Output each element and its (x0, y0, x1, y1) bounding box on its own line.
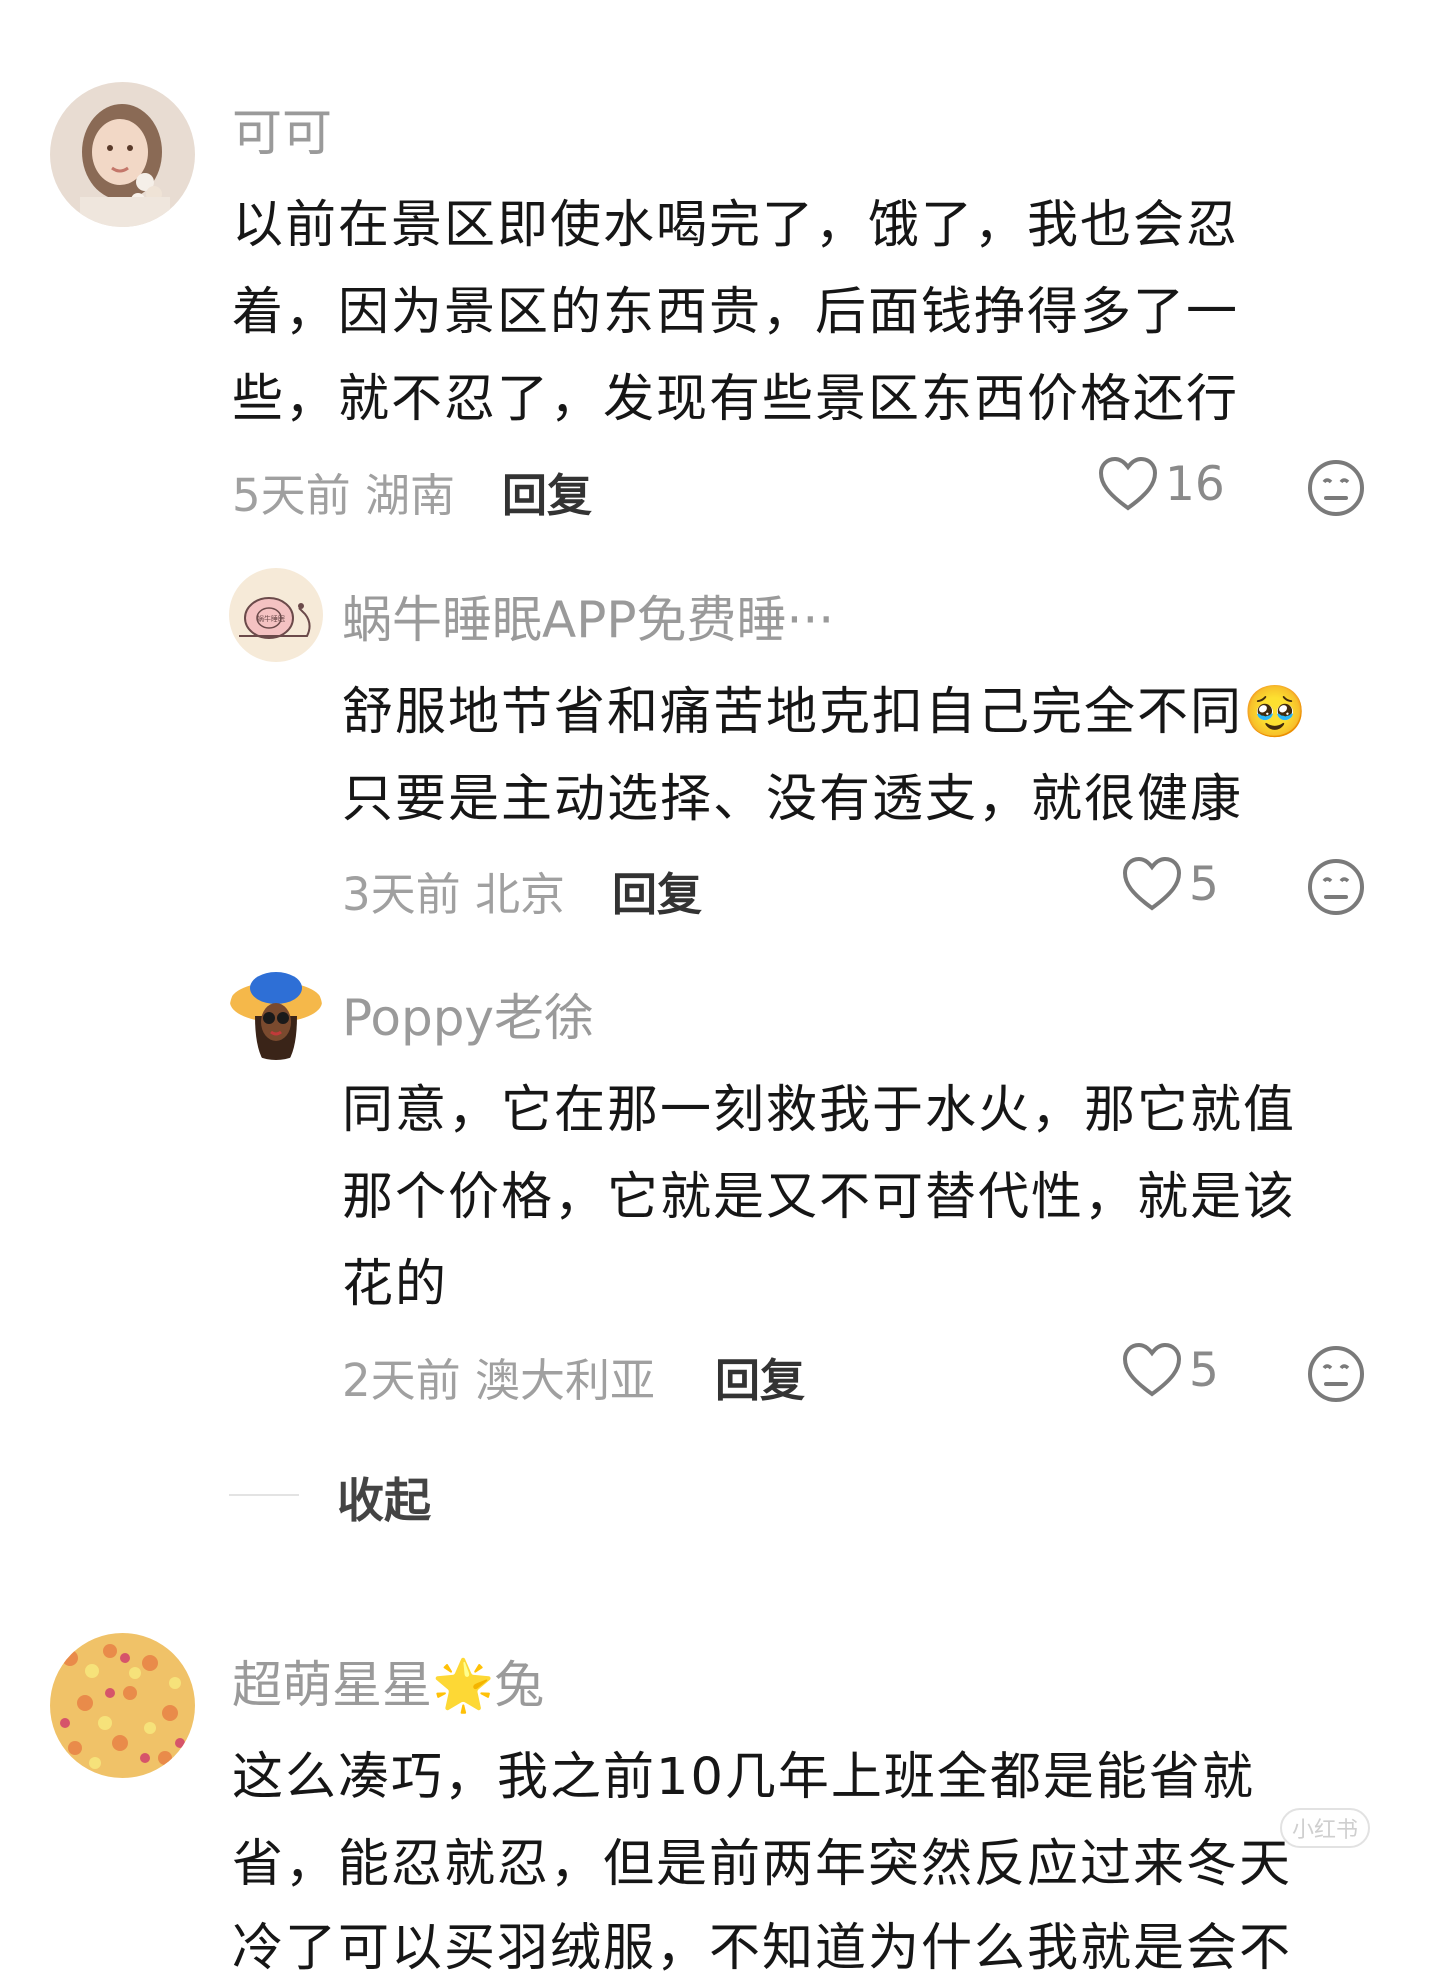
comment-text-line: 冷了可以买羽绒服，不知道为什么我就是会不 (232, 1919, 1293, 1978)
comment-text-line: 只要是主动选择、没有透支，就很健康 (342, 770, 1244, 829)
meh-face-icon (1308, 460, 1364, 516)
comment-location: 北京 (474, 868, 565, 921)
watermark-logo: 小红书 (1280, 1808, 1371, 1848)
comment-time: 5天前 (232, 469, 351, 522)
like-count: 16 (1165, 456, 1225, 512)
dislike-button[interactable] (1306, 458, 1366, 522)
comment-text-line: 那个价格，它就是又不可替代性，就是该 (342, 1168, 1297, 1227)
like-button[interactable]: 5 (1121, 855, 1219, 913)
svg-text:蜗牛睡眠: 蜗牛睡眠 (257, 614, 285, 623)
comment-location: 湖南 (364, 469, 455, 522)
heart-icon (1098, 456, 1158, 511)
heart-icon (1122, 856, 1182, 911)
reply-button[interactable]: 回复 (715, 1344, 805, 1409)
cartoon-girl-sunhat-avatar-icon (229, 966, 323, 1060)
like-count: 5 (1189, 856, 1219, 912)
commenter-name[interactable]: 蜗牛睡眠APP免费睡··· (342, 580, 834, 652)
collapse-divider (229, 1494, 299, 1496)
comment-text-line: 同意，它在那一刻救我于水火，那它就值 (342, 1081, 1297, 1140)
heart-icon (1122, 1342, 1182, 1397)
dislike-button[interactable] (1306, 1344, 1366, 1408)
avatar-chaomeng[interactable] (50, 1633, 195, 1778)
commenter-name[interactable]: 可可 (232, 93, 332, 165)
like-button[interactable]: 5 (1121, 1341, 1219, 1399)
commenter-name[interactable]: Poppy老徐 (342, 978, 594, 1050)
meh-face-icon (1308, 1346, 1364, 1402)
comment-meta: 5天前 湖南 (232, 459, 455, 524)
comment-text-line: 这么凑巧，我之前10几年上班全都是能省就 (232, 1748, 1255, 1807)
woman-with-flowers-avatar-icon (50, 82, 195, 227)
avatar-snail-sleep[interactable]: 蜗牛睡眠 (229, 568, 323, 662)
collapse-replies-button[interactable]: 收起 (337, 1462, 431, 1531)
comment-text-line: 以前在景区即使水喝完了，饿了，我也会忍 (232, 196, 1240, 255)
comment-meta: 2天前 澳大利亚 (342, 1344, 655, 1409)
snail-avatar-icon: 蜗牛睡眠 (229, 568, 323, 662)
avatar-poppy[interactable] (229, 966, 323, 1060)
colorful-cereal-avatar-icon (50, 1633, 195, 1778)
comment-text-line: 省，能忍就忍，但是前两年突然反应过来冬天 (232, 1835, 1293, 1894)
comment-time: 2天前 (342, 1354, 461, 1407)
reply-button[interactable]: 回复 (612, 858, 702, 923)
commenter-name[interactable]: 超萌星星🌟兔 (232, 1645, 544, 1717)
comment-text-line: 花的 (342, 1255, 449, 1314)
comment-text-line: 些，就不忍了，发现有些景区东西价格还行 (232, 370, 1240, 429)
comment-time: 3天前 (342, 868, 461, 921)
comment-text-line: 舒服地节省和痛苦地克扣自己完全不同🥹 (342, 683, 1309, 742)
comment-meta: 3天前 北京 (342, 858, 565, 923)
avatar-keke[interactable] (50, 82, 195, 227)
reply-button[interactable]: 回复 (502, 459, 592, 524)
comment-location: 澳大利亚 (474, 1354, 655, 1407)
like-count: 5 (1189, 1342, 1219, 1398)
meh-face-icon (1308, 859, 1364, 915)
like-button[interactable]: 16 (1097, 455, 1225, 513)
dislike-button[interactable] (1306, 857, 1366, 921)
comment-text-line: 着，因为景区的东西贵，后面钱挣得多了一 (232, 283, 1240, 342)
